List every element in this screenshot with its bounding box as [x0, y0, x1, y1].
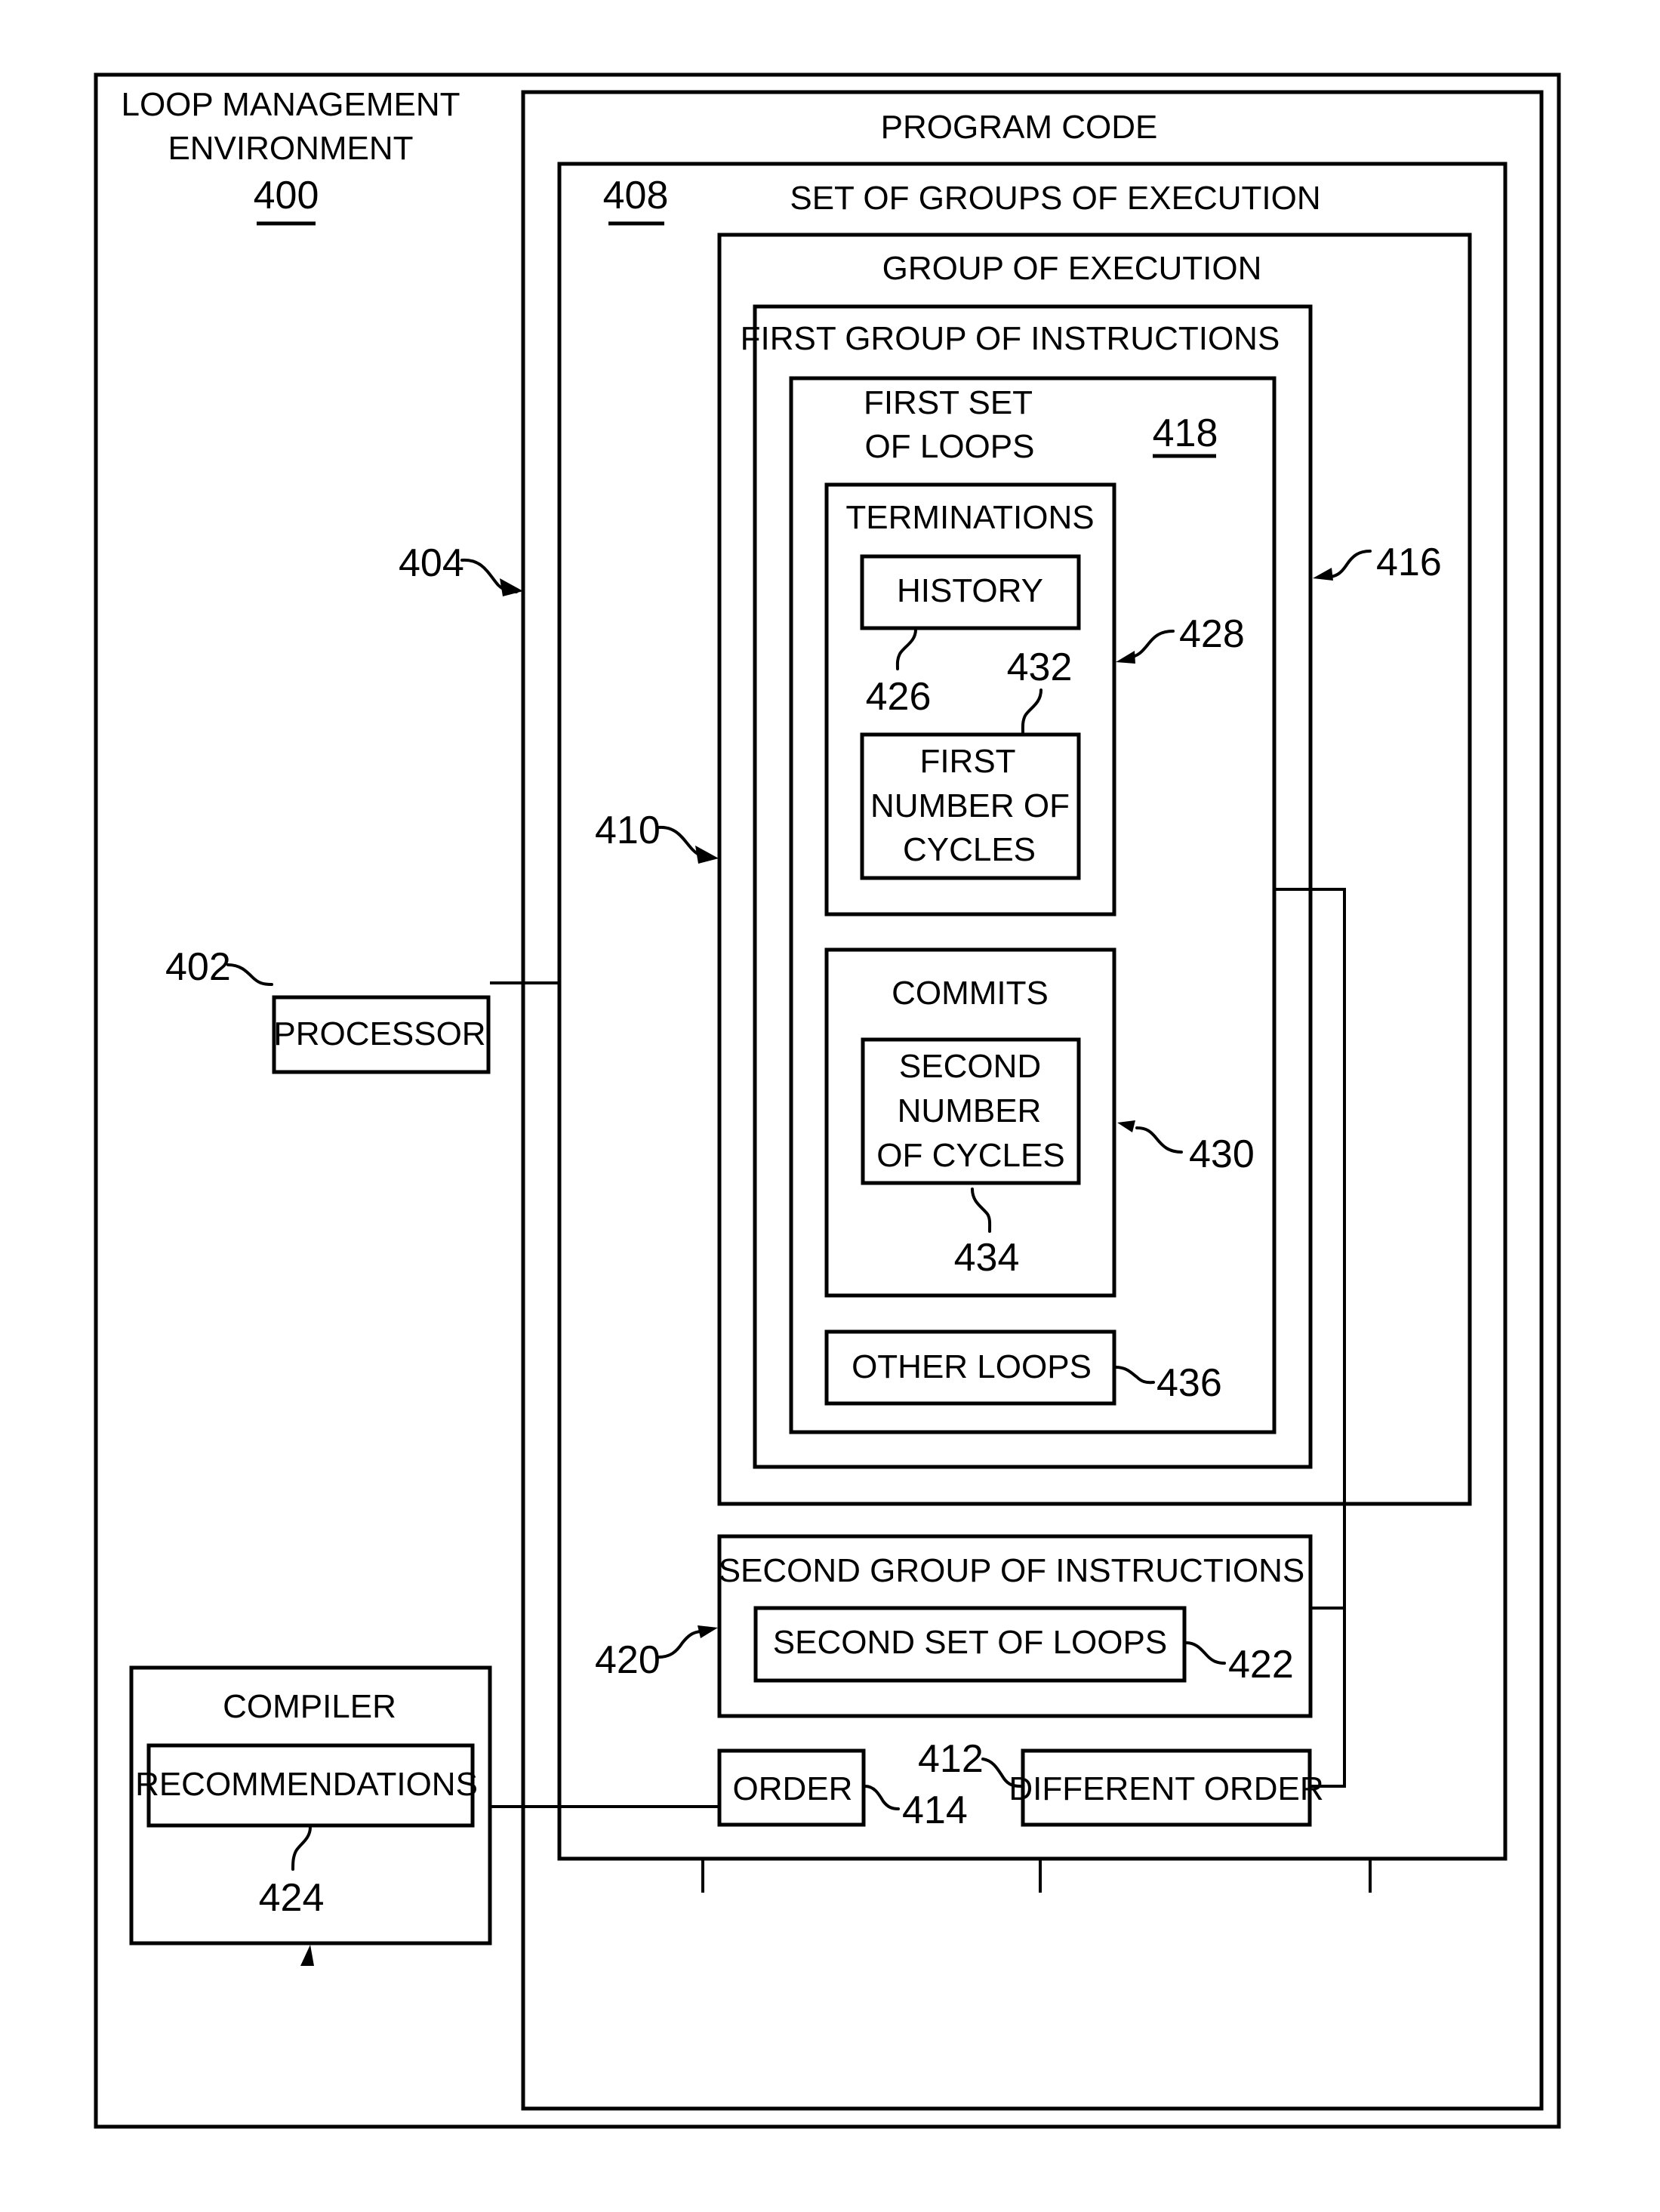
first-set-of-loops-label-line1: FIRST SET	[864, 384, 1033, 421]
group-of-execution-ref: 410	[595, 809, 661, 852]
recommendations-ref: 424	[259, 1876, 325, 1920]
loop-management-diagram: LOOP MANAGEMENT ENVIRONMENT 400 PROGRAM …	[94, 72, 1561, 2129]
group-of-execution-label: GROUP OF EXECUTION	[882, 250, 1262, 287]
commits-label: COMMITS	[892, 975, 1049, 1012]
set-of-groups-label: SET OF GROUPS OF EXECUTION	[790, 180, 1320, 217]
terminations-ref: 428	[1179, 612, 1245, 656]
order-ref: 414	[902, 1788, 968, 1832]
compiler-label: COMPILER	[223, 1688, 396, 1725]
first-number-of-cycles-line2: NUMBER OF	[870, 787, 1070, 824]
first-number-of-cycles-line3: CYCLES	[903, 831, 1036, 868]
set-of-groups-ref: 408	[603, 174, 669, 217]
second-number-of-cycles-line3: OF CYCLES	[876, 1137, 1064, 1174]
history-ref: 426	[866, 675, 932, 719]
second-number-of-cycles-line1: SECOND	[899, 1048, 1041, 1085]
different-order-ref: 412	[918, 1737, 984, 1781]
first-group-of-instructions-ref: 416	[1376, 541, 1442, 584]
first-group-of-instructions-label: FIRST GROUP OF INSTRUCTIONS	[741, 320, 1280, 357]
terminations-label: TERMINATIONS	[845, 499, 1094, 536]
different-order-label: DIFFERENT ORDER	[1009, 1770, 1323, 1807]
recommendations-label: RECOMMENDATIONS	[135, 1766, 478, 1803]
first-set-of-loops-label-line2: OF LOOPS	[865, 428, 1035, 465]
second-set-of-loops-label: SECOND SET OF LOOPS	[773, 1624, 1167, 1661]
order-label: ORDER	[733, 1770, 853, 1807]
program-code-ref: 404	[399, 541, 464, 585]
first-number-of-cycles-ref: 432	[1007, 645, 1073, 689]
second-group-ref: 420	[595, 1638, 661, 1682]
environment-ref: 400	[254, 174, 319, 217]
second-set-of-loops-ref: 422	[1228, 1643, 1294, 1687]
first-number-of-cycles-line1: FIRST	[919, 743, 1015, 780]
second-group-of-instructions-label: SECOND GROUP OF INSTRUCTIONS	[719, 1552, 1305, 1589]
other-loops-ref: 436	[1156, 1361, 1222, 1405]
compiler: COMPILER RECOMMENDATIONS 424	[129, 1665, 492, 1966]
second-number-of-cycles-line2: NUMBER	[898, 1092, 1042, 1129]
commits-ref: 430	[1189, 1132, 1255, 1176]
environment-title-line1: LOOP MANAGEMENT	[121, 86, 460, 123]
environment-title-line2: ENVIRONMENT	[168, 130, 413, 167]
history-label: HISTORY	[897, 572, 1043, 609]
first-set-of-loops-ref: 418	[1153, 411, 1218, 455]
program-code-label: PROGRAM CODE	[881, 109, 1158, 146]
processor-label: PROCESSOR	[273, 1015, 485, 1052]
second-number-of-cycles-ref: 434	[954, 1236, 1020, 1280]
other-loops-label: OTHER LOOPS	[852, 1348, 1092, 1385]
processor-ref: 402	[165, 945, 231, 989]
